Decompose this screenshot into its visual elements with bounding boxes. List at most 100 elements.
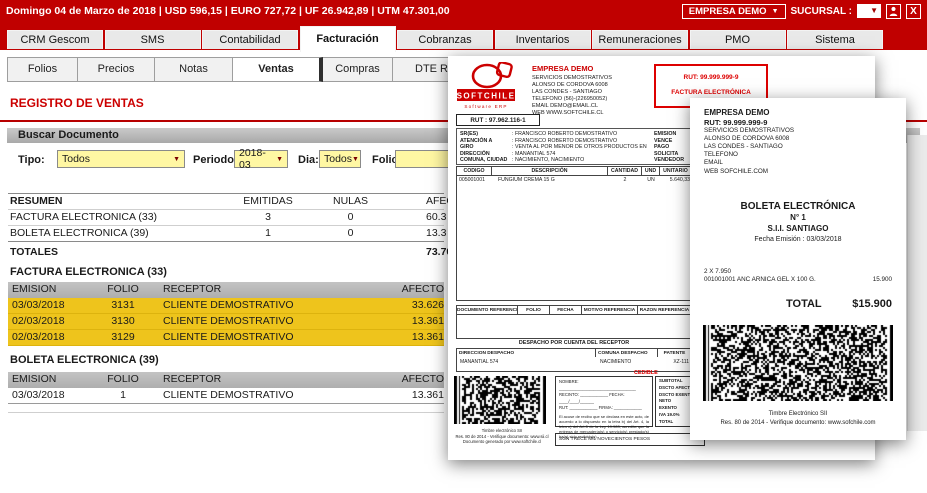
factura-row[interactable]: 02/03/2018 3129 CLIENTE DEMOSTRATIVO 13.… xyxy=(8,330,444,346)
vertical-scrollbar[interactable] xyxy=(907,135,927,431)
cell-emision: 02/03/2018 xyxy=(12,331,65,343)
factura-row[interactable]: 02/03/2018 3130 CLIENTE DEMOSTRATIVO 13.… xyxy=(8,314,444,330)
boleta-number: N° 1 xyxy=(704,212,892,223)
items-table-body xyxy=(456,176,692,301)
tipo-select[interactable]: Todos ▼ xyxy=(57,150,185,168)
subtab-folios[interactable]: Folios xyxy=(7,57,78,82)
boleta-fecha-emision: Fecha Emisión : 03/03/2018 xyxy=(704,234,892,245)
issuer-line: TELEFONO xyxy=(704,151,892,159)
cell-emision: 02/03/2018 xyxy=(12,315,65,327)
factura-timbre-caption: Timbre electrónico SII Res. 80 de 2014 -… xyxy=(450,428,554,445)
issuer-line: ALONSO DE CORDOVA 6008 xyxy=(532,82,652,89)
emission-label: VENDEDOR xyxy=(654,157,684,164)
cell-folio: 3131 xyxy=(103,299,143,311)
cell-afecto: 33.626 xyxy=(354,299,444,311)
cell-folio: 3129 xyxy=(103,331,143,343)
tab-remuneraciones[interactable]: Remuneraciones xyxy=(592,30,688,49)
subtab-ventas[interactable]: Ventas xyxy=(233,57,323,82)
divider xyxy=(8,412,444,413)
item-codigo: 005001001 xyxy=(459,177,485,183)
cell-afecto: 13.361 xyxy=(354,315,444,327)
boleta-timbre-barcode xyxy=(703,325,893,401)
boleta-table-header: EMISION FOLIO RECEPTOR AFECTO xyxy=(8,372,444,388)
periodo-select[interactable]: 2018-03 ▼ xyxy=(234,150,288,168)
issuer-line: SERVICIOS DEMOSTRATIVOS xyxy=(704,127,892,135)
client-value: : MANANTIAL 574 xyxy=(512,151,555,157)
cell-nulas: 0 xyxy=(303,227,398,239)
cell-emision: 03/03/2018 xyxy=(12,389,65,401)
factura-table-header: EMISION FOLIO RECEPTOR AFECTO xyxy=(8,282,444,298)
reference-table-body xyxy=(456,315,692,339)
sucursal-label: SUCURSAL : xyxy=(791,6,852,17)
dia-select[interactable]: Todos ▼ xyxy=(319,150,361,168)
resumen-totales-row: TOTALES 73.70 xyxy=(8,245,444,261)
tipo-label: Tipo: xyxy=(18,154,45,166)
chevron-down-icon: ▼ xyxy=(352,156,359,163)
tab-sms[interactable]: SMS xyxy=(105,30,201,49)
dia-label: Dia: xyxy=(298,154,319,166)
periodo-select-value: 2018-03 xyxy=(239,147,276,171)
resumen-row-boleta[interactable]: BOLETA ELECTRONICA (39) 1 0 13.3 xyxy=(8,226,444,242)
factura-row[interactable]: 03/03/2018 3131 CLIENTE DEMOSTRATIVO 33.… xyxy=(8,298,444,314)
subtab-compras[interactable]: Compras xyxy=(323,57,393,82)
tab-sistema[interactable]: Sistema xyxy=(787,30,883,49)
issuer-rut: RUT: 99.999.999-9 xyxy=(704,118,892,127)
client-value: : NACIMIENTO, NACIMIENTO xyxy=(512,157,584,163)
boleta-timbre-caption: Timbre Electrónico SII Res. 80 de 2014 -… xyxy=(690,410,906,427)
issuer-line: LAS CONDES - SANTIAGO xyxy=(704,143,892,151)
periodo-label: Periodo: xyxy=(193,154,238,166)
totales-label: TOTALES xyxy=(10,246,58,258)
items-header-codigo: CODIGO xyxy=(456,166,492,176)
close-button[interactable]: X xyxy=(906,4,921,19)
ref-header: FOLIO xyxy=(518,305,550,315)
boleta-document-preview[interactable]: EMPRESA DEMO RUT: 99.999.999-9 SERVICIOS… xyxy=(690,98,906,440)
top-bar-controls: EMPRESA DEMO ▼ SUCURSAL : ▼ X xyxy=(682,4,921,19)
cell-afecto: 13.361 xyxy=(354,389,444,401)
chevron-down-icon: ▼ xyxy=(772,8,779,15)
item-und: UN xyxy=(642,177,660,183)
header-afecto: AFECTO xyxy=(354,283,444,295)
subtab-precios[interactable]: Precios xyxy=(78,57,155,82)
tab-crm-gescom[interactable]: CRM Gescom xyxy=(7,30,103,49)
cell-receptor: CLIENTE DEMOSTRATIVO xyxy=(163,299,294,311)
empresa-dropdown[interactable]: EMPRESA DEMO ▼ xyxy=(682,4,786,19)
client-value: : FRANCISCO ROBERTO DEMOSTRATIVO xyxy=(512,138,617,144)
client-value: : VENTA AL POR MENOR DE OTROS PRODUCTOS … xyxy=(512,144,647,150)
issuer-name: EMPRESA DEMO xyxy=(704,108,892,118)
empresa-dropdown-label: EMPRESA DEMO xyxy=(689,6,767,17)
tab-cobranzas[interactable]: Cobranzas xyxy=(397,30,493,49)
boleta-section-title: BOLETA ELECTRONICA (39) xyxy=(10,354,159,366)
factura-section-title: FACTURA ELECTRONICA (33) xyxy=(10,266,167,278)
cell-receptor: CLIENTE DEMOSTRATIVO xyxy=(163,315,294,327)
softchile-logo: SOFTCHILE Software ERP xyxy=(456,62,524,112)
tab-pmo[interactable]: PMO xyxy=(690,30,786,49)
close-icon: X xyxy=(910,6,917,17)
resumen-header-name: RESUMEN xyxy=(10,195,63,207)
tab-facturacion[interactable]: Facturación xyxy=(300,26,396,52)
user-button[interactable] xyxy=(886,4,901,19)
cell-afecto: 13.3 xyxy=(426,227,446,239)
resumen-header-nulas: NULAS xyxy=(303,195,398,207)
cell-name: BOLETA ELECTRONICA (39) xyxy=(10,227,149,239)
sucursal-dropdown[interactable]: ▼ xyxy=(857,4,881,18)
reference-table-header: DOCUMENTO REFERENCIA FOLIO FECHA MOTIVO … xyxy=(456,305,692,315)
cell-name: FACTURA ELECTRONICA (33) xyxy=(10,211,157,223)
cell-receptor: CLIENTE DEMOSTRATIVO xyxy=(163,389,294,401)
header-receptor: RECEPTOR xyxy=(163,283,221,295)
logo-subtext: Software ERP xyxy=(464,104,507,109)
boleta-row[interactable]: 03/03/2018 1 CLIENTE DEMOSTRATIVO 13.361 xyxy=(8,388,444,404)
tipo-select-value: Todos xyxy=(62,153,90,165)
items-table-header: CODIGO DESCRIPCIÓN CANTIDAD UND UNITARIO xyxy=(456,166,692,176)
item-unitario: 5.640,33 xyxy=(660,177,690,183)
subtab-notas[interactable]: Notas xyxy=(155,57,233,82)
issuer-line: TELEFONO (56)-(226950052) xyxy=(532,96,652,103)
cell-nulas: 0 xyxy=(303,211,398,223)
resumen-header-row: RESUMEN EMITIDAS NULAS AFECTO xyxy=(8,194,444,210)
tab-contabilidad[interactable]: Contabilidad xyxy=(202,30,298,49)
cell-emision: 03/03/2018 xyxy=(12,299,65,311)
tab-inventarios[interactable]: Inventarios xyxy=(495,30,591,49)
cell-afecto: 13.361 xyxy=(354,331,444,343)
receiver-rut-box: RUT : 97.962.116-1 xyxy=(456,114,540,126)
cell-folio: 3130 xyxy=(103,315,143,327)
resumen-row-factura[interactable]: FACTURA ELECTRONICA (33) 3 0 60.3 xyxy=(8,210,444,226)
